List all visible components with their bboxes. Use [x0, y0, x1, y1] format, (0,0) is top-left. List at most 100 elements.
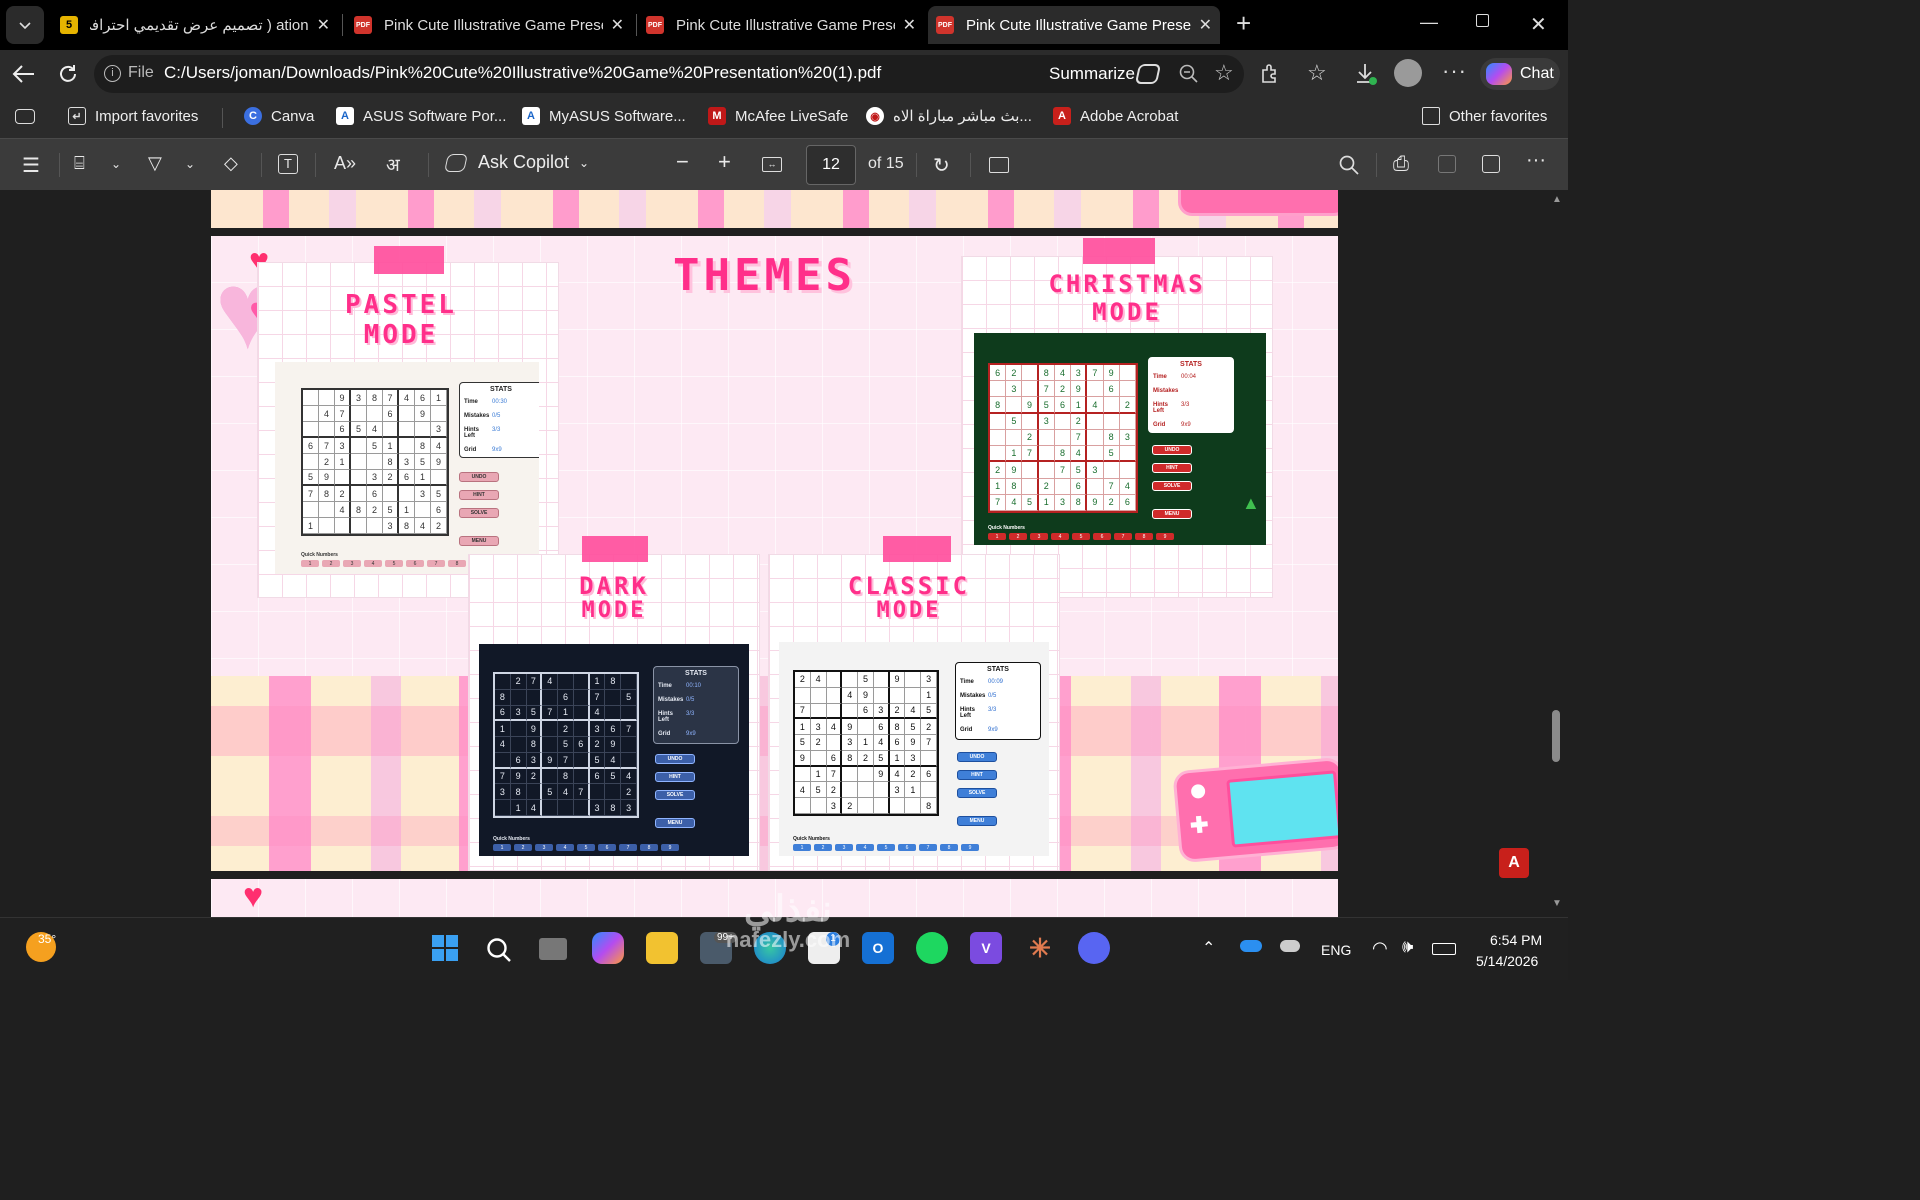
- quick-number-button[interactable]: 2: [814, 844, 832, 851]
- page-number-input[interactable]: 12: [806, 145, 856, 185]
- sudoku-cell[interactable]: 5: [351, 422, 367, 438]
- sudoku-cell[interactable]: 1: [383, 438, 399, 454]
- menu-button[interactable]: MENU: [655, 818, 695, 828]
- back-arrow-icon[interactable]: [12, 63, 36, 85]
- minimize-icon[interactable]: —: [1420, 12, 1438, 33]
- sudoku-cell[interactable]: 2: [810, 735, 827, 751]
- sudoku-cell[interactable]: [1038, 462, 1055, 479]
- print-icon[interactable]: ⎙: [1393, 153, 1409, 176]
- sudoku-cell[interactable]: [303, 390, 319, 406]
- sudoku-cell[interactable]: 5: [542, 784, 559, 801]
- sudoku-cell[interactable]: 5: [1022, 494, 1039, 511]
- sudoku-cell[interactable]: [351, 486, 367, 502]
- sudoku-cell[interactable]: 2: [921, 719, 937, 736]
- sudoku-cell[interactable]: 9: [431, 454, 447, 470]
- sudoku-cell[interactable]: 7: [990, 494, 1007, 511]
- quick-number-button[interactable]: 7: [919, 844, 937, 851]
- sudoku-cell[interactable]: 7: [335, 406, 351, 422]
- sudoku-cell[interactable]: [873, 672, 890, 688]
- new-tab-button[interactable]: +: [1236, 10, 1251, 36]
- sudoku-cell[interactable]: 6: [431, 502, 447, 518]
- favorites-icon[interactable]: ☆: [1307, 60, 1327, 86]
- quick-number-button[interactable]: 6: [406, 560, 424, 567]
- sudoku-cell[interactable]: [303, 454, 319, 470]
- more-menu-icon[interactable]: ···: [1442, 58, 1467, 84]
- sudoku-cell[interactable]: 7: [542, 705, 559, 722]
- undo-button[interactable]: UNDO: [957, 752, 997, 762]
- sudoku-cell[interactable]: 3: [367, 470, 383, 486]
- contents-list-icon[interactable]: ☰: [22, 153, 40, 178]
- sudoku-cell[interactable]: 3: [889, 782, 906, 799]
- sudoku-cell[interactable]: [303, 502, 319, 518]
- sudoku-cell[interactable]: [526, 689, 543, 706]
- sudoku-cell[interactable]: 3: [526, 752, 543, 769]
- wifi-icon[interactable]: ◠: [1372, 938, 1388, 959]
- sudoku-cell[interactable]: 3: [1087, 462, 1104, 479]
- sudoku-cell[interactable]: [367, 406, 383, 422]
- favorite-mcafee[interactable]: M McAfee LiveSafe: [708, 107, 848, 125]
- sudoku-cell[interactable]: 8: [526, 737, 543, 753]
- sudoku-cell[interactable]: [873, 687, 890, 704]
- sudoku-cell[interactable]: 4: [319, 406, 335, 422]
- sudoku-cell[interactable]: 9: [542, 752, 559, 769]
- sudoku-cell[interactable]: 7: [1054, 462, 1072, 479]
- sudoku-cell[interactable]: 4: [842, 687, 859, 704]
- close-window-icon[interactable]: ✕: [1530, 12, 1547, 37]
- sudoku-cell[interactable]: 5: [415, 454, 431, 470]
- sudoku-cell[interactable]: 3: [431, 422, 447, 438]
- undo-button[interactable]: UNDO: [655, 754, 695, 764]
- quick-number-button[interactable]: 8: [640, 844, 658, 851]
- sudoku-cell[interactable]: 3: [415, 486, 431, 502]
- sudoku-cell[interactable]: 6: [921, 766, 937, 783]
- sudoku-cell[interactable]: 5: [621, 689, 637, 706]
- save-icon[interactable]: [1438, 155, 1456, 173]
- sudoku-cell[interactable]: 8: [1054, 446, 1072, 463]
- favorite-asus-2[interactable]: A MyASUS Software...: [522, 107, 686, 125]
- sudoku-cell[interactable]: 3: [905, 750, 922, 767]
- sudoku-cell[interactable]: [542, 768, 559, 785]
- sudoku-cell[interactable]: [1087, 413, 1104, 430]
- sudoku-cell[interactable]: 3: [335, 438, 351, 454]
- scrollbar-thumb[interactable]: [1552, 710, 1560, 762]
- sudoku-cell[interactable]: 6: [558, 689, 574, 706]
- sudoku-cell[interactable]: 3: [1054, 494, 1072, 511]
- favorite-star-icon[interactable]: ☆: [1214, 60, 1234, 86]
- sudoku-cell[interactable]: 9: [335, 390, 351, 406]
- sudoku-cell[interactable]: [319, 518, 335, 534]
- sudoku-cell[interactable]: [1006, 429, 1023, 447]
- sudoku-cell[interactable]: 6: [383, 406, 399, 422]
- favorite-live-match[interactable]: ◉ بث مباشر مباراة الاه...: [866, 107, 1032, 125]
- sudoku-cell[interactable]: 4: [335, 502, 351, 518]
- sudoku-cell[interactable]: 1: [1038, 494, 1055, 511]
- sudoku-cell[interactable]: 5: [1006, 413, 1023, 430]
- sudoku-cell[interactable]: 1: [303, 518, 319, 534]
- sudoku-cell[interactable]: 2: [1071, 413, 1088, 430]
- eraser-icon[interactable]: ◇: [224, 153, 238, 174]
- sudoku-cell[interactable]: 7: [826, 766, 843, 783]
- sudoku-cell[interactable]: 2: [621, 784, 637, 801]
- quick-number-button[interactable]: 8: [1135, 533, 1153, 540]
- sudoku-cell[interactable]: 6: [826, 750, 843, 767]
- sudoku-cell[interactable]: 8: [990, 397, 1007, 414]
- sudoku-cell[interactable]: 5: [1103, 446, 1120, 463]
- quick-number-button[interactable]: 4: [364, 560, 382, 567]
- sudoku-cell[interactable]: [858, 766, 874, 783]
- sudoku-cell[interactable]: 3: [921, 672, 937, 688]
- sudoku-cell[interactable]: 2: [905, 766, 922, 783]
- sudoku-cell[interactable]: [1038, 446, 1055, 463]
- sudoku-cell[interactable]: 9: [319, 470, 335, 486]
- more-options-icon[interactable]: ···: [1526, 149, 1546, 172]
- sudoku-cell[interactable]: 9: [842, 719, 859, 736]
- sudoku-cell[interactable]: 3: [510, 705, 527, 722]
- sudoku-cell[interactable]: 3: [383, 518, 399, 534]
- sudoku-cell[interactable]: 1: [335, 454, 351, 470]
- sudoku-cell[interactable]: 6: [889, 735, 906, 751]
- sudoku-cell[interactable]: [367, 518, 383, 534]
- sudoku-cell[interactable]: 3: [810, 719, 827, 736]
- sudoku-cell[interactable]: [573, 768, 590, 785]
- sudoku-cell[interactable]: 7: [795, 703, 811, 720]
- sudoku-cell[interactable]: 4: [795, 782, 811, 799]
- sudoku-cell[interactable]: 4: [415, 518, 431, 534]
- translate-icon[interactable]: अ: [386, 153, 400, 177]
- scrollbar[interactable]: ▲ ▼: [1548, 190, 1568, 917]
